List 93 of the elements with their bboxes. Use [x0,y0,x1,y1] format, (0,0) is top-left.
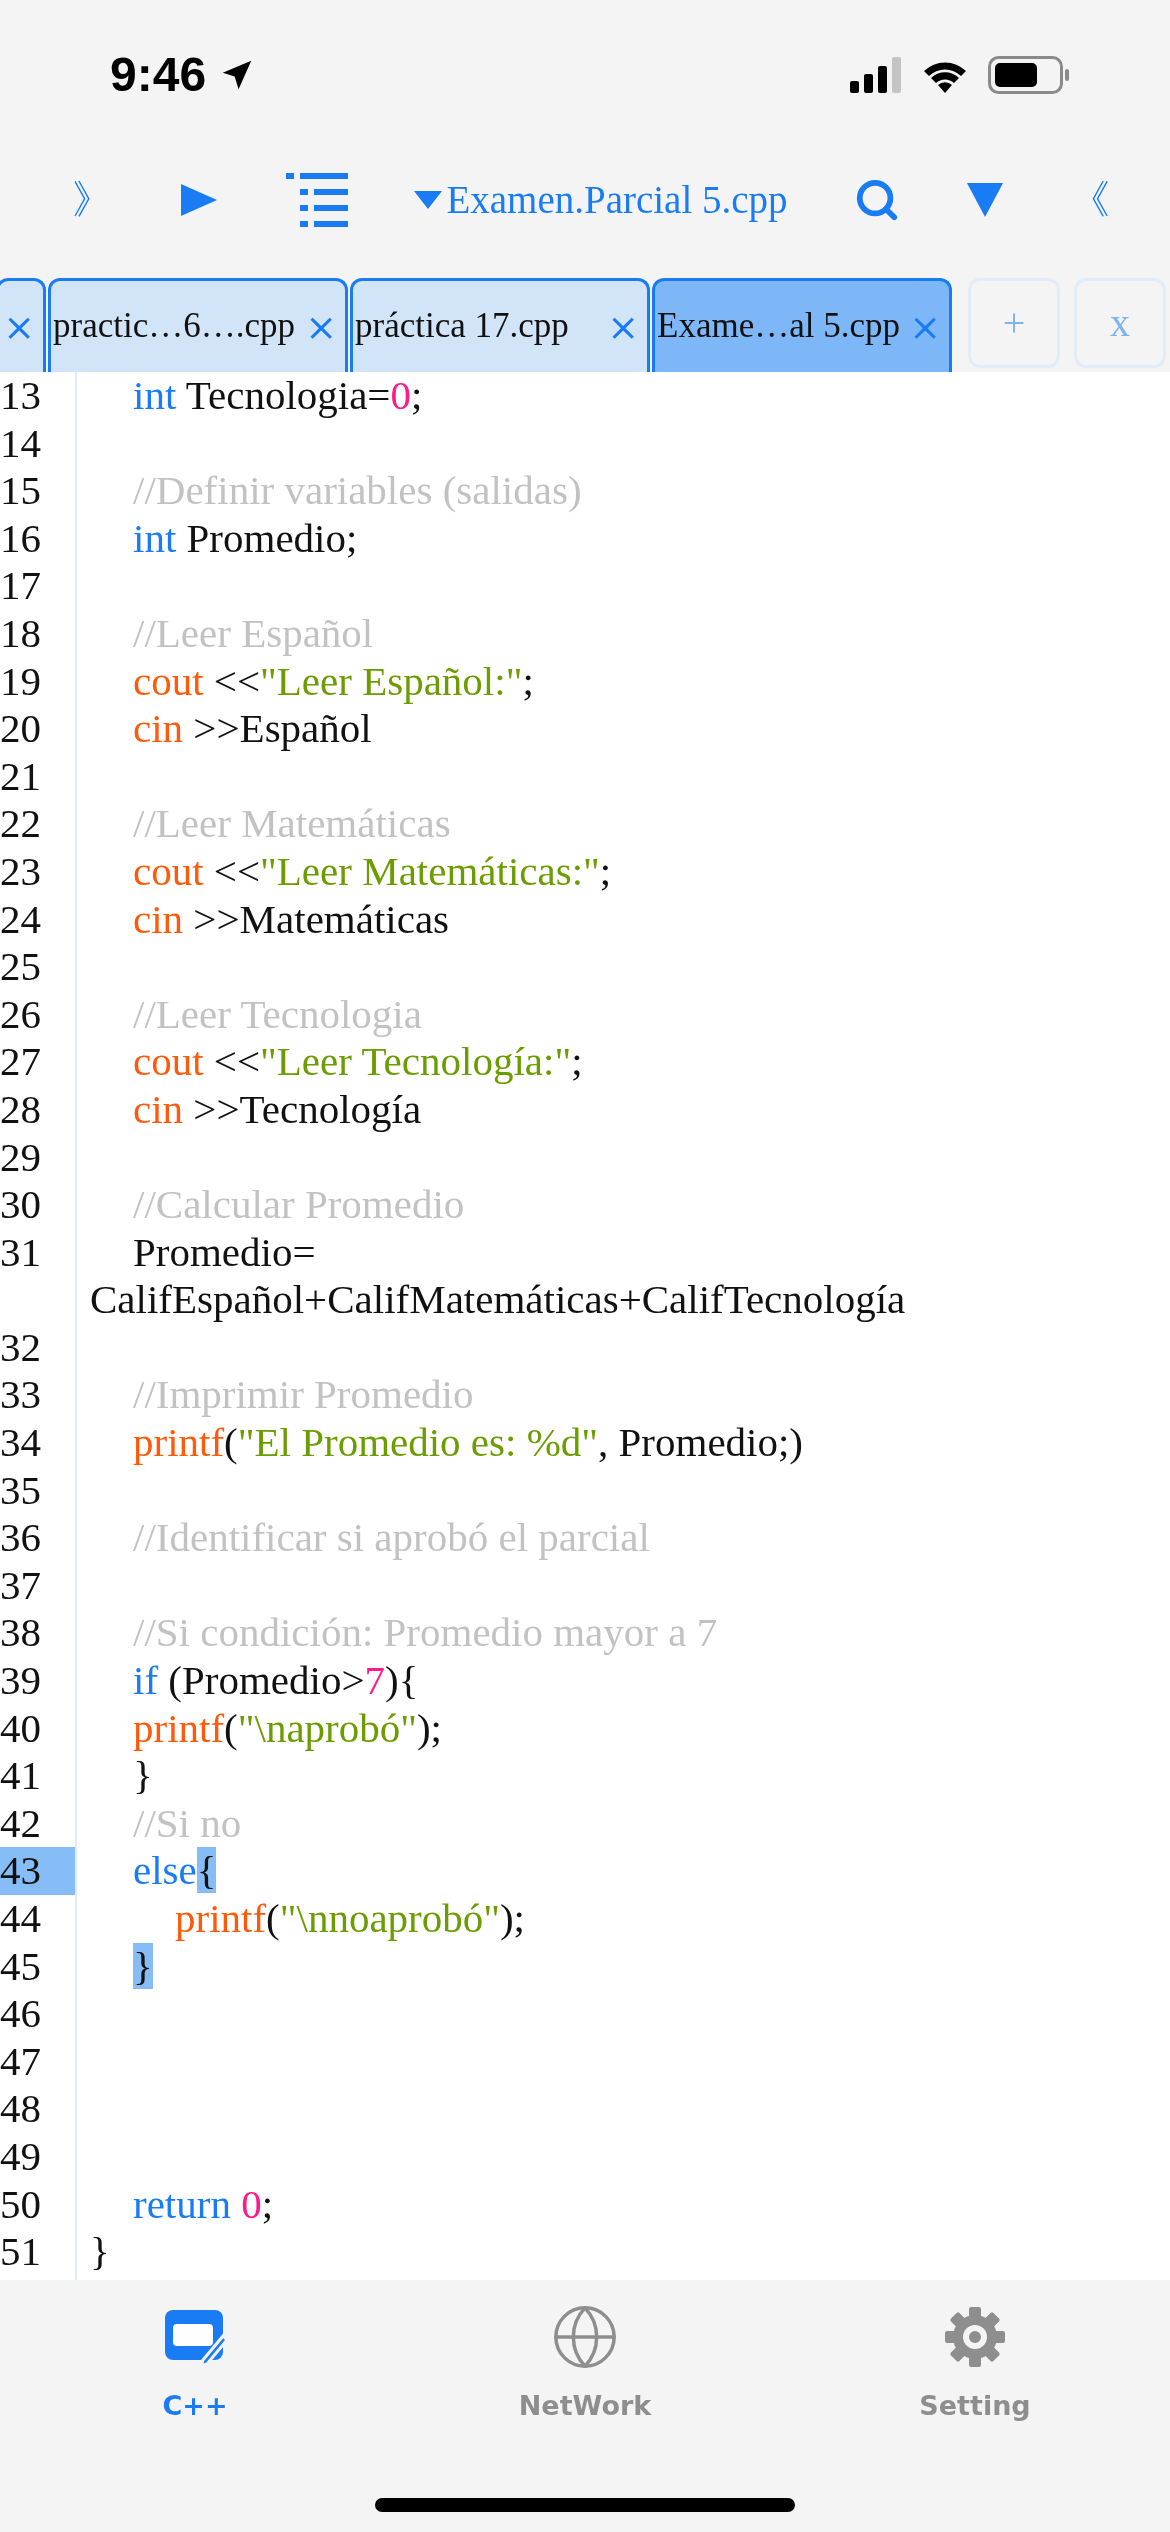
tab-label: Exame…al 5.cpp [657,305,900,348]
line-number: 48 [0,2085,42,2133]
line-number: 43 [0,1847,75,1895]
code-line: int Promedio; [132,514,359,563]
code-line: //Leer Español [132,609,375,658]
line-number: 49 [0,2132,42,2181]
line-number: 44 [0,1895,42,1943]
code-line: //Imprimir Promedio [132,1371,475,1420]
line-number: 40 [0,1704,42,1753]
close-tab-button[interactable]: × [305,307,337,346]
code-line: //Leer Tecnologia [132,990,423,1039]
line-number: 42 [0,1799,42,1848]
line-number: 17 [0,562,42,610]
file-tab[interactable]: Exame…al 5.cpp × [652,278,952,372]
code-line: //Si no [132,1799,243,1848]
file-title-dropdown[interactable]: Examen.Parcial 5.cpp [414,170,788,230]
battery-icon [988,56,1070,94]
file-tab[interactable]: practic…6….cpp × [48,278,348,372]
bottom-nav-tab[interactable]: Setting [910,2302,1040,2427]
code-editor-icon [163,2308,227,2366]
line-number: 29 [0,1133,42,1182]
tab-label: practic…6….cpp [53,305,295,348]
code-line: Promedio= CalifEspañol+CalifMatemáticas+CalifTecnología [89,1228,907,1324]
close-tab-button[interactable]: × [909,307,941,346]
file-tab[interactable]: práctica 17.cpp × [350,278,650,372]
close-tab-button[interactable]: × [3,307,35,346]
line-number: 14 [0,419,42,468]
line-number: 50 [0,2180,42,2229]
line-number: 20 [0,705,42,753]
line-number: 37 [0,1561,42,1610]
line-number: 18 [0,609,42,658]
code-line: if (Promedio>7){ [132,1657,420,1705]
line-number: 38 [0,1609,42,1658]
triangle-down-icon[interactable] [967,183,1004,217]
line-number: 46 [0,1990,42,2038]
tab-label: práctica 17.cpp [355,305,569,348]
code-line: cout <<"Leer Español:"; [132,657,535,706]
code-line: else{ [132,1847,218,1895]
play-icon[interactable] [178,182,219,218]
line-number: 31 [0,1228,42,1277]
code-line: //Calcular Promedio [132,1181,466,1229]
line-number: 35 [0,1466,42,1515]
code-line: } [89,2228,111,2276]
list-icon[interactable] [285,173,348,227]
code-line: //Definir variables (salidas) [132,467,583,515]
code-line: cin >>Tecnología [132,1085,423,1134]
code-line: //Leer Matemáticas [132,800,452,848]
line-number: 28 [0,1085,42,1134]
caret-icon [414,191,443,209]
line-number: 16 [0,514,42,563]
code-line: printf("\nnoaprobó"); [174,1895,526,1943]
code-line: cin >>Matemáticas [132,895,451,944]
file-tab[interactable]: × [0,278,46,372]
line-number: 41 [0,1752,42,1800]
line-number: 19 [0,657,42,706]
close-tab-button[interactable]: × [607,307,639,346]
line-number: 36 [0,1514,42,1562]
code-line: return 0; [132,2180,275,2229]
line-number: 24 [0,895,42,944]
code-line: //Si condición: Promedio mayor a 7 [132,1609,719,1658]
line-number: 21 [0,752,42,801]
code-line: int Tecnologia=0; [132,372,424,420]
status-time: 9:46 [110,47,207,103]
expand-button[interactable]: 》 [72,180,112,220]
bottom-nav-tab[interactable]: C++ [130,2302,260,2427]
code-line: cout <<"Leer Tecnología:"; [132,1038,584,1086]
line-number: 22 [0,800,42,848]
line-number: 47 [0,2037,42,2086]
line-number: 23 [0,847,42,896]
line-number: 33 [0,1371,42,1420]
line-number: 30 [0,1181,42,1229]
line-number: 15 [0,467,42,515]
bottom-nav-tab[interactable]: NetWork [520,2302,650,2427]
code-line: printf("\naprobó"); [132,1704,443,1753]
line-number: 51 [0,2228,42,2276]
line-number: 13 [0,372,42,420]
code-line: printf("El Promedio es: %d", Promedio;) [132,1419,805,1467]
line-number: 27 [0,1038,42,1086]
signal-icon [850,57,902,93]
settings-icon [943,2305,1007,2369]
code-line: } [132,1752,154,1800]
line-number: 39 [0,1657,42,1705]
line-number: 34 [0,1419,42,1467]
collapse-button[interactable]: 《 [1070,180,1110,220]
close-all-button[interactable]: x [1074,278,1166,368]
code-line: cout <<"Leer Matemáticas:"; [132,847,613,896]
line-number: 45 [0,1942,42,1991]
line-number: 32 [0,1323,42,1372]
line-number: 26 [0,990,42,1039]
new-tab-button[interactable]: + [968,278,1060,368]
line-number: 25 [0,943,42,991]
code-line: //Identificar si aprobó el parcial [132,1514,651,1562]
code-line: cin >>Español [132,705,373,753]
